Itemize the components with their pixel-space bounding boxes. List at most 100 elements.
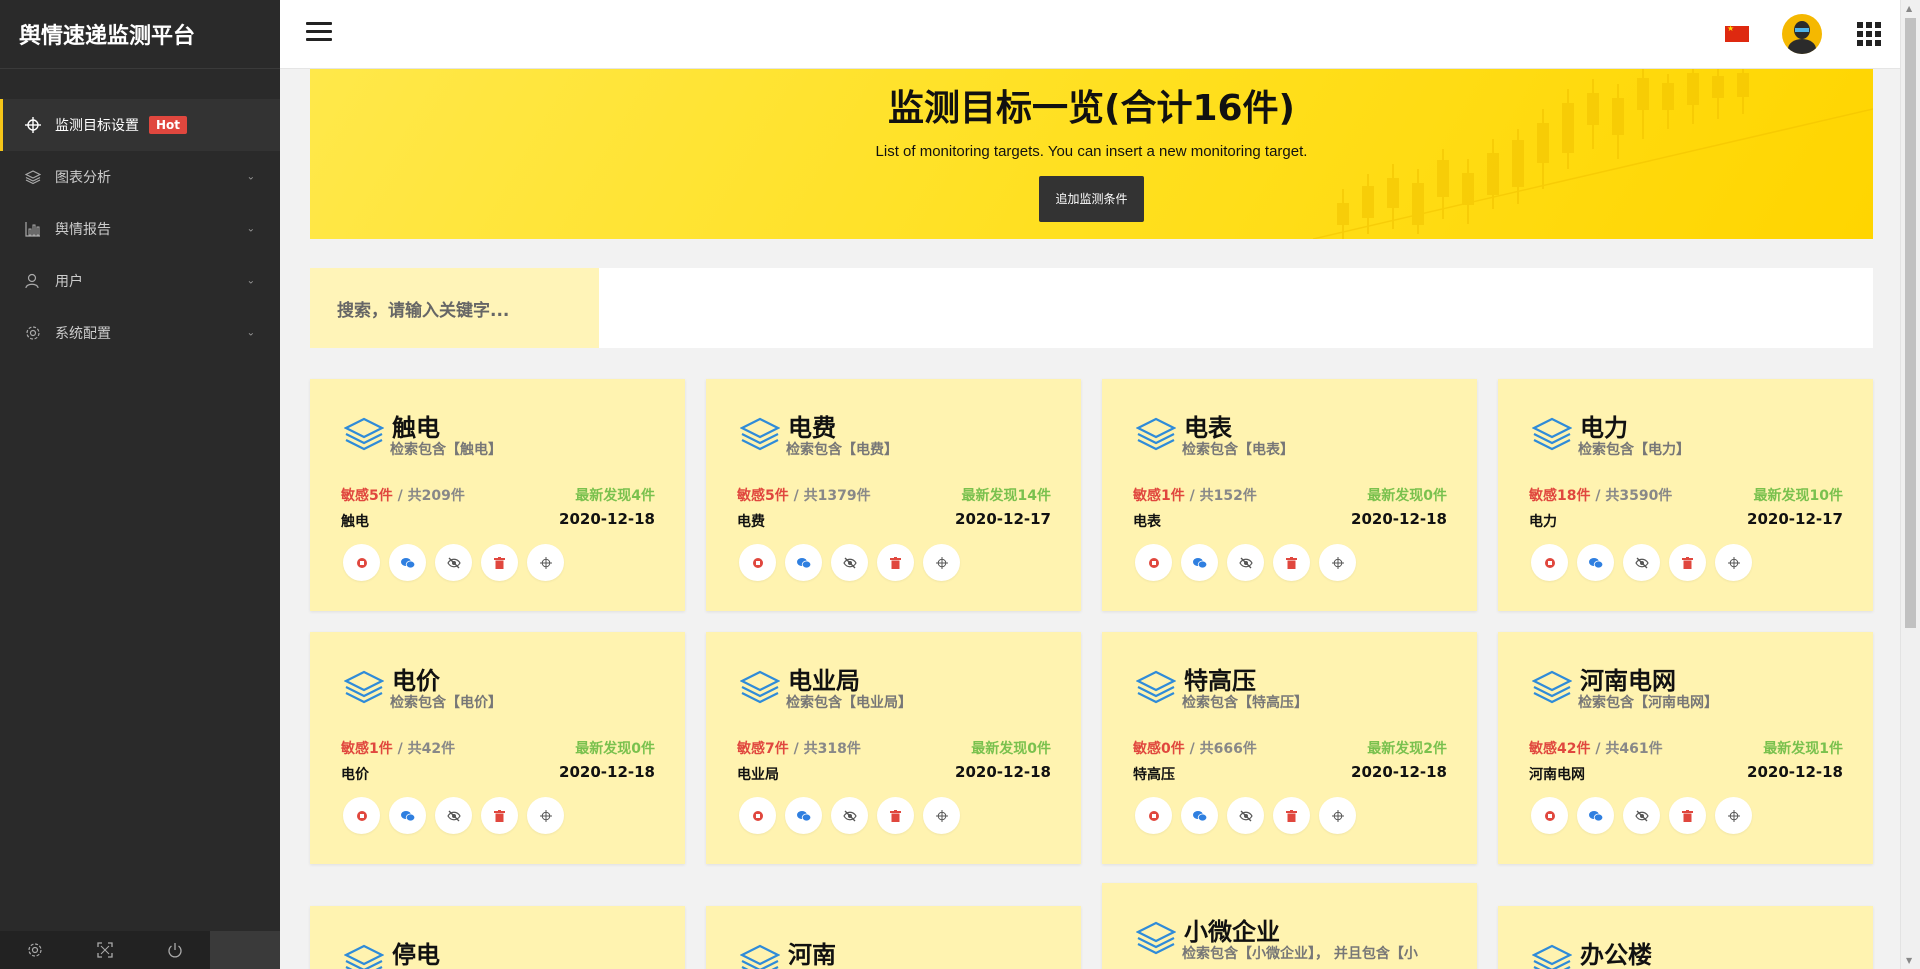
hide-button[interactable] [1623,544,1660,581]
locate-button[interactable] [923,797,960,834]
header-banner: 监测目标一览(合计16件) List of monitoring targets… [310,69,1873,239]
hide-button[interactable] [1227,797,1264,834]
stop-button[interactable] [739,797,776,834]
wechat-icon [1192,810,1207,822]
locate-button[interactable] [1319,797,1356,834]
search-input[interactable] [599,268,1873,348]
monitor-card[interactable]: 电费 检索包含【电费】 敏感5件 / 共1379件 最新发现14件 电费 2020-12-… [706,379,1081,611]
logout-button[interactable] [140,931,210,969]
bar-chart-icon [24,220,42,238]
card-actions [739,797,960,834]
card-actions [1531,544,1752,581]
trash-icon [494,556,505,569]
hide-button[interactable] [1623,797,1660,834]
scroll-down-icon[interactable]: ▼ [1906,956,1912,965]
chevron-down-icon: ⌄ [246,327,255,339]
stop-button[interactable] [739,544,776,581]
hide-button[interactable] [831,544,868,581]
wechat-button[interactable] [389,544,426,581]
locate-button[interactable] [1715,544,1752,581]
fullscreen-button[interactable] [70,931,140,969]
sidebar-item-report[interactable]: 舆情报告 ⌄ [0,203,280,255]
delete-button[interactable] [1669,797,1706,834]
wechat-button[interactable] [1181,544,1218,581]
sensitive-count: 敏感0件 [1133,741,1185,757]
locate-button[interactable] [527,544,564,581]
scroll-up-icon[interactable]: ▲ [1906,4,1912,13]
settings-button[interactable] [0,931,70,969]
layers-icon [24,168,42,186]
sidebar-item-settings[interactable]: 系统配置 ⌄ [0,307,280,359]
sidebar-item-users[interactable]: 用户 ⌄ [0,255,280,307]
china-flag-icon[interactable] [1725,24,1749,42]
card-keyword: 检索包含【电价】 [390,695,502,711]
monitor-card[interactable]: 河南 [706,906,1081,969]
add-monitor-button[interactable]: 追加监测条件 [1039,176,1144,222]
card-title: 电力 [1580,414,1628,442]
hide-button[interactable] [435,797,472,834]
locate-button[interactable] [923,544,960,581]
wechat-button[interactable] [1181,797,1218,834]
scrollbar-thumb[interactable] [1905,18,1916,628]
hide-icon [1238,810,1253,822]
apps-grid-icon[interactable] [1857,22,1881,46]
card-name: 电费 [737,514,765,530]
wechat-button[interactable] [785,797,822,834]
hide-button[interactable] [435,544,472,581]
card-actions [1135,544,1356,581]
trash-icon [1682,809,1693,822]
layers-icon [1531,417,1573,457]
card-actions [343,797,564,834]
card-date: 2020-12-18 [1747,763,1843,781]
sidebar-item-chart-analysis[interactable]: 图表分析 ⌄ [0,151,280,203]
monitor-card[interactable]: 触电 检索包含【触电】 敏感5件 / 共209件 最新发现4件 触电 2020-12-18 [310,379,685,611]
monitor-card[interactable]: 电业局 检索包含【电业局】 敏感7件 / 共318件 最新发现0件 电业局 2020-12… [706,632,1081,864]
fullscreen-icon [97,942,113,958]
stop-button[interactable] [1135,797,1172,834]
delete-button[interactable] [1273,544,1310,581]
monitor-card[interactable]: 小微企业 检索包含【小微企业】， 并且包含【小 [1102,883,1477,969]
sidebar-item-monitor-targets[interactable]: 监测目标设置 Hot [0,99,280,151]
hide-button[interactable] [831,797,868,834]
wechat-button[interactable] [389,797,426,834]
delete-button[interactable] [1669,544,1706,581]
delete-button[interactable] [481,797,518,834]
locate-button[interactable] [1715,797,1752,834]
monitor-card[interactable]: 办公楼 [1498,906,1873,969]
menu-toggle-icon[interactable] [306,22,332,44]
monitor-card[interactable]: 电价 检索包含【电价】 敏感1件 / 共42件 最新发现0件 电价 2020-12-18 [310,632,685,864]
card-keyword: 检索包含【电力】 [1578,442,1690,458]
wechat-button[interactable] [785,544,822,581]
sidebar-footer-spacer [210,931,280,969]
card-keyword: 检索包含【电业局】 [786,695,912,711]
delete-button[interactable] [877,797,914,834]
stop-button[interactable] [1531,797,1568,834]
vertical-scrollbar[interactable]: ▲ ▼ [1900,0,1920,969]
stop-button[interactable] [343,797,380,834]
card-date: 2020-12-18 [559,763,655,781]
latest-count: 最新发现1件 [1763,741,1843,757]
trash-icon [1286,809,1297,822]
locate-button[interactable] [527,797,564,834]
card-title: 特高压 [1184,667,1256,695]
stop-button[interactable] [1135,544,1172,581]
delete-button[interactable] [481,544,518,581]
wechat-button[interactable] [1577,544,1614,581]
delete-button[interactable] [1273,797,1310,834]
locate-button[interactable] [1319,544,1356,581]
monitor-card[interactable]: 特高压 检索包含【特高压】 敏感0件 / 共666件 最新发现2件 特高压 2020-12… [1102,632,1477,864]
avatar[interactable] [1782,14,1822,54]
stop-button[interactable] [343,544,380,581]
stop-button[interactable] [1531,544,1568,581]
crosshair-icon [1727,809,1740,822]
monitor-card[interactable]: 停电 [310,906,685,969]
delete-button[interactable] [877,544,914,581]
wechat-button[interactable] [1577,797,1614,834]
sidebar-item-label: 系统配置 [55,326,111,342]
monitor-card[interactable]: 电表 检索包含【电表】 敏感1件 / 共152件 最新发现0件 电表 2020-12-18 [1102,379,1477,611]
stop-icon [1148,810,1160,822]
monitor-card[interactable]: 河南电网 检索包含【河南电网】 敏感42件 / 共461件 最新发现1件 河南电网 202… [1498,632,1873,864]
monitor-card[interactable]: 电力 检索包含【电力】 敏感18件 / 共3590件 最新发现10件 电力 2020-12… [1498,379,1873,611]
sidebar-item-label: 用户 [55,274,83,290]
hide-button[interactable] [1227,544,1264,581]
